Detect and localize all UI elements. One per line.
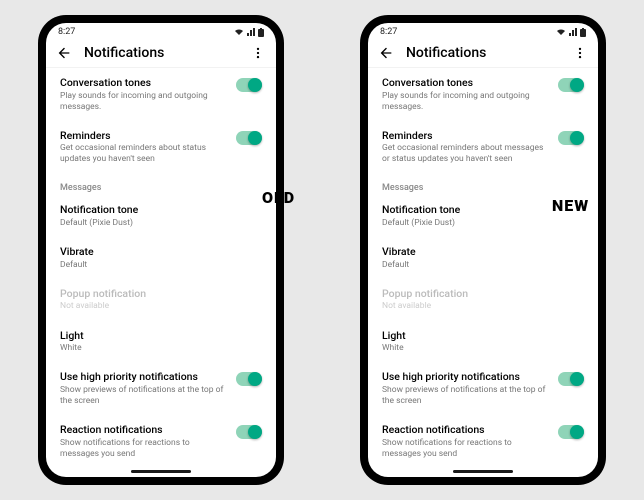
- row-subtitle: Play sounds for incoming and outgoing me…: [382, 91, 550, 113]
- row-subtitle: Get occasional reminders about messages …: [382, 143, 550, 165]
- row-subtitle: Not available: [382, 301, 576, 312]
- row-title: Light: [60, 329, 254, 343]
- row-subtitle: Default (Pixie Dust): [60, 218, 254, 229]
- toggle-high-priority[interactable]: [236, 372, 262, 386]
- row-notification-tone[interactable]: Notification toneDefault (Pixie Dust): [60, 195, 262, 237]
- status-time: 8:27: [380, 27, 397, 37]
- row-title: Use high priority notifications: [382, 370, 550, 384]
- toggle-reminders[interactable]: [558, 131, 584, 145]
- app-header: Notifications: [46, 39, 276, 68]
- phone-frame-old: 8:27 Notifications Conversation tone: [38, 15, 284, 485]
- label-new: NEW: [552, 196, 589, 215]
- battery-icon: [580, 28, 586, 37]
- screen-old: 8:27 Notifications Conversation tone: [46, 23, 276, 477]
- home-indicator[interactable]: [453, 470, 513, 473]
- row-subtitle: Default (Pixie Dust): [382, 218, 576, 229]
- section-header-messages: Messages: [382, 173, 584, 195]
- battery-icon: [258, 28, 264, 37]
- row-title: Reminders: [382, 129, 550, 143]
- app-header: Notifications: [368, 39, 598, 68]
- row-title: Popup notification: [60, 287, 254, 301]
- row-subtitle: Show previews of notifications at the to…: [382, 385, 550, 407]
- row-title: Vibrate: [382, 245, 576, 259]
- row-subtitle: Show notifications for reactions to mess…: [382, 438, 550, 460]
- row-title: Notification tone: [60, 203, 254, 217]
- row-subtitle: Show previews of notifications at the to…: [60, 385, 228, 407]
- row-subtitle: Get occasional reminders about status up…: [60, 143, 228, 165]
- toggle-reminders[interactable]: [236, 131, 262, 145]
- row-title: Use high priority notifications: [60, 370, 228, 384]
- row-title: Reminders: [60, 129, 228, 143]
- toggle-reaction-notifications[interactable]: [236, 425, 262, 439]
- row-subtitle: Show notifications for reactions to mess…: [60, 438, 228, 460]
- signal-icon: [569, 28, 577, 36]
- row-title: Reaction notifications: [60, 423, 228, 437]
- page-title: Notifications: [84, 45, 250, 61]
- screen-new: 8:27 Notifications Conversation tone: [368, 23, 598, 477]
- settings-list: Conversation tonesPlay sounds for incomi…: [368, 68, 598, 477]
- toggle-conversation-tones[interactable]: [236, 78, 262, 92]
- settings-list: Conversation tonesPlay sounds for incomi…: [46, 68, 276, 477]
- row-light[interactable]: LightWhite: [382, 321, 584, 363]
- row-vibrate[interactable]: VibrateDefault: [382, 237, 584, 279]
- row-popup-notification: Popup notificationNot available: [60, 279, 262, 321]
- wifi-icon: [234, 28, 244, 36]
- row-subtitle: Default: [60, 260, 254, 271]
- signal-icon: [247, 28, 255, 36]
- status-time: 8:27: [58, 27, 75, 37]
- row-title: Conversation tones: [60, 76, 228, 90]
- status-bar: 8:27: [368, 23, 598, 39]
- row-title: Reaction notifications: [382, 423, 550, 437]
- wifi-icon: [556, 28, 566, 36]
- row-reaction-notifications[interactable]: Reaction notificationsShow notifications…: [382, 415, 584, 468]
- row-subtitle: White: [382, 343, 576, 354]
- toggle-conversation-tones[interactable]: [558, 78, 584, 92]
- back-arrow-icon[interactable]: [56, 45, 72, 61]
- label-old: OLD: [262, 188, 295, 207]
- more-icon[interactable]: [572, 45, 588, 61]
- row-light[interactable]: LightWhite: [60, 321, 262, 363]
- phone-frame-new: 8:27 Notifications Conversation tone: [360, 15, 606, 485]
- row-title: Conversation tones: [382, 76, 550, 90]
- row-vibrate[interactable]: VibrateDefault: [60, 237, 262, 279]
- more-icon[interactable]: [250, 45, 266, 61]
- row-subtitle: Default: [382, 260, 576, 271]
- page-title: Notifications: [406, 45, 572, 61]
- row-subtitle: White: [60, 343, 254, 354]
- toggle-reaction-notifications[interactable]: [558, 425, 584, 439]
- row-conversation-tones[interactable]: Conversation tonesPlay sounds for incomi…: [382, 68, 584, 121]
- row-subtitle: Not available: [60, 301, 254, 312]
- status-bar: 8:27: [46, 23, 276, 39]
- status-icons: [556, 28, 586, 37]
- toggle-high-priority[interactable]: [558, 372, 584, 386]
- row-reminders[interactable]: RemindersGet occasional reminders about …: [382, 121, 584, 174]
- row-reminders[interactable]: RemindersGet occasional reminders about …: [60, 121, 262, 174]
- row-conversation-tones[interactable]: Conversation tonesPlay sounds for incomi…: [60, 68, 262, 121]
- row-popup-notification: Popup notificationNot available: [382, 279, 584, 321]
- row-title: Vibrate: [60, 245, 254, 259]
- row-title: Light: [382, 329, 576, 343]
- row-title: Popup notification: [382, 287, 576, 301]
- back-arrow-icon[interactable]: [378, 45, 394, 61]
- section-header-messages: Messages: [60, 173, 262, 195]
- row-subtitle: Play sounds for incoming and outgoing me…: [60, 91, 228, 113]
- row-high-priority[interactable]: Use high priority notificationsShow prev…: [60, 362, 262, 415]
- home-indicator[interactable]: [131, 470, 191, 473]
- status-icons: [234, 28, 264, 37]
- row-title: Notification tone: [382, 203, 576, 217]
- row-reaction-notifications[interactable]: Reaction notificationsShow notifications…: [60, 415, 262, 468]
- comparison-stage: 8:27 Notifications Conversation tone: [0, 0, 644, 500]
- row-high-priority[interactable]: Use high priority notificationsShow prev…: [382, 362, 584, 415]
